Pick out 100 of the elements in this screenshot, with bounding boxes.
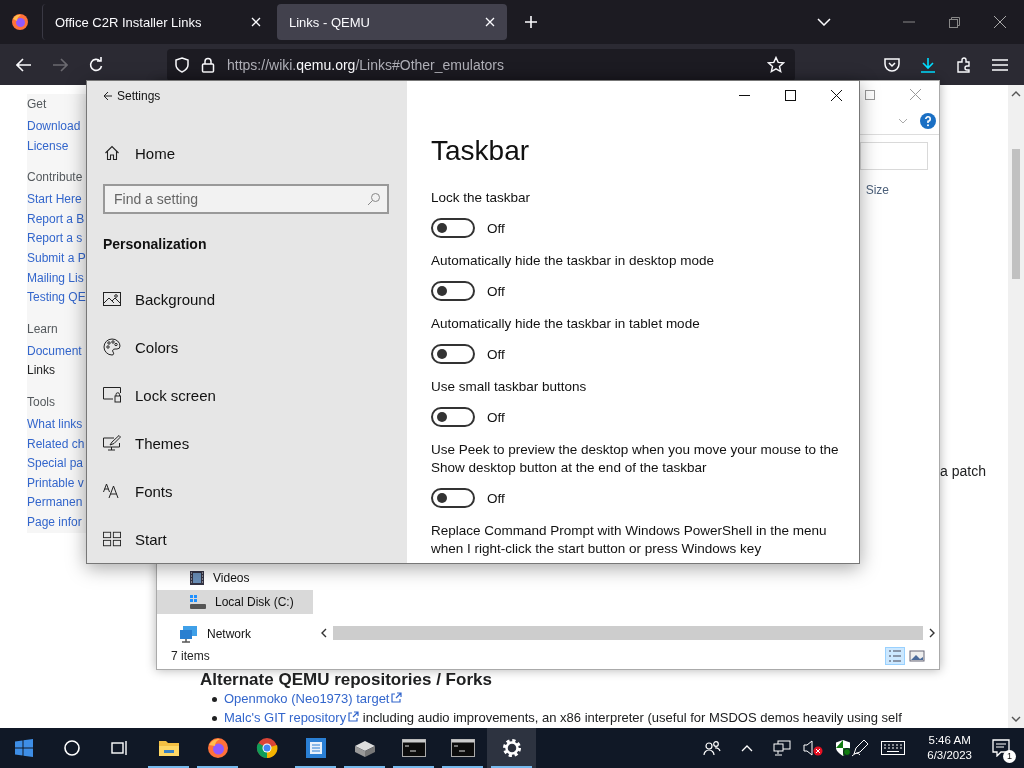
sidebar-link[interactable]: Special pa — [27, 454, 86, 474]
section-heading: Personalization — [103, 236, 208, 252]
restore-icon[interactable] — [949, 16, 960, 28]
scroll-right-icon[interactable] — [929, 627, 935, 638]
windows-logo-icon — [15, 739, 33, 757]
toggle-switch[interactable] — [431, 281, 475, 301]
scroll-thumb[interactable] — [333, 625, 923, 640]
nav-item[interactable]: Videos — [157, 566, 313, 590]
sidebar-link[interactable]: Report a B — [27, 209, 86, 230]
setting-label: Automatically hide the taskbar in tablet mode — [431, 315, 701, 333]
firefox-icon — [206, 737, 229, 759]
toggle-switch[interactable] — [431, 344, 475, 364]
nav-item[interactable]: Network — [157, 622, 313, 646]
external-link-icon — [348, 711, 360, 722]
scrollbar[interactable] — [1008, 85, 1024, 728]
notification-icon[interactable] — [992, 739, 1010, 757]
close-icon[interactable] — [831, 90, 842, 101]
clock[interactable]: 5:46 AM 6/3/2023 — [927, 733, 972, 763]
drive-icon — [352, 738, 377, 758]
toggle-state: Off — [487, 490, 505, 506]
puzzle-icon[interactable] — [956, 56, 972, 73]
toggle-state: Off — [487, 409, 505, 425]
start-icon — [103, 531, 121, 547]
keyboard-icon[interactable] — [881, 741, 906, 755]
maximize-icon[interactable] — [785, 90, 796, 101]
sidebar-link[interactable]: Links — [27, 361, 86, 381]
nav-item[interactable]: Lock screen — [103, 371, 407, 419]
taskbar-app[interactable] — [487, 728, 536, 768]
bullet-icon — [212, 696, 217, 702]
sidebar-link[interactable]: Printable v — [27, 473, 86, 494]
nav-item[interactable]: Fonts — [103, 467, 407, 515]
setting-label: Lock the taskbar — [431, 189, 532, 207]
toggle-switch[interactable] — [431, 407, 475, 427]
nav-item[interactable]: Start — [103, 515, 407, 563]
sidebar-link[interactable]: Testing QE — [27, 288, 86, 308]
column-header[interactable]: Size — [865, 183, 889, 197]
thumbnail-view-icon[interactable] — [909, 649, 925, 663]
url-text: https://wiki.qemu.org/Links#Other_emulators — [227, 56, 505, 73]
scroll-up-icon[interactable] — [1011, 91, 1021, 97]
download-icon[interactable] — [920, 56, 936, 73]
setting-label: Automatically hide the taskbar in desktop mode — [431, 252, 715, 270]
sidebar-link[interactable]: Related ch — [27, 434, 86, 455]
sidebar-link[interactable]: Permanen — [27, 493, 86, 513]
toggle-state: Off — [487, 283, 505, 299]
list-item-text: Malc's GIT repository including audio improvements, an x86 interpreter (useful for MSDOS demos heavily using self — [224, 710, 902, 726]
menu-icon[interactable] — [992, 58, 1008, 71]
firefox-icon — [11, 13, 29, 31]
sidebar-link[interactable]: License — [27, 136, 86, 157]
external-link[interactable]: Malc's GIT repository — [224, 710, 360, 725]
scroll-left-icon[interactable] — [321, 627, 327, 638]
shield-icon[interactable] — [175, 56, 189, 73]
pocket-icon[interactable] — [884, 57, 900, 72]
forward-arrow-icon[interactable] — [52, 57, 68, 72]
nav-item[interactable]: Home — [103, 129, 407, 177]
sidebar-link[interactable]: Start Here — [27, 190, 86, 210]
toggle-switch[interactable] — [431, 218, 475, 238]
sidebar-link[interactable]: Page infor — [27, 512, 86, 533]
star-icon[interactable] — [767, 55, 785, 74]
nav-item[interactable]: Background — [103, 275, 407, 323]
search-field[interactable]: Find a setting — [103, 184, 389, 214]
browser-tab[interactable]: Office C2R Installer Links — [42, 4, 273, 40]
chrome-icon — [255, 737, 278, 759]
sidebar-link[interactable]: Download — [27, 117, 86, 137]
sidebar-heading: Tools — [27, 394, 56, 409]
sidebar-link[interactable]: Mailing Lis — [27, 268, 86, 289]
nav-item[interactable]: Local Disk (C:) — [157, 590, 313, 614]
help-icon[interactable] — [920, 113, 936, 129]
scroll-down-icon[interactable] — [1011, 716, 1021, 722]
muted-speaker-icon[interactable] — [803, 740, 824, 756]
sidebar-link[interactable]: What links — [27, 414, 86, 435]
sidebar-link[interactable]: Report a s — [27, 229, 86, 249]
network-icon[interactable] — [773, 740, 792, 756]
picture-icon — [103, 291, 121, 307]
shield-icon[interactable] — [835, 739, 852, 757]
people-icon[interactable] — [703, 740, 722, 756]
folder-icon — [157, 738, 180, 758]
sidebar-heading: Contribute — [27, 170, 84, 185]
nav-item[interactable]: Themes — [103, 419, 407, 467]
plus-icon[interactable] — [524, 15, 538, 29]
sidebar-link[interactable]: Document — [27, 341, 86, 362]
task-view-icon — [111, 740, 129, 756]
lock-icon[interactable] — [201, 56, 215, 73]
address-bar[interactable]: https://wiki.qemu.org/Links#Other_emulators — [167, 48, 795, 81]
back-arrow-icon[interactable] — [103, 91, 113, 101]
sidebar-heading: Learn — [27, 321, 59, 336]
nav-item[interactable]: Colors — [103, 323, 407, 371]
window-title: Settings — [117, 89, 161, 103]
pen-icon[interactable] — [851, 739, 870, 757]
page-title: Taskbar — [431, 135, 531, 167]
themes-icon — [103, 435, 121, 451]
film-icon — [189, 570, 205, 586]
browser-tab[interactable]: Links - QEMU — [277, 4, 507, 40]
external-link[interactable]: Openmoko (Neo1973) target — [224, 691, 403, 707]
sidebar-link[interactable]: Submit a P — [27, 248, 86, 269]
reload-icon[interactable] — [88, 56, 104, 73]
chevron-up-icon[interactable] — [741, 744, 754, 752]
setting-label: Use Peek to preview the desktop when you move your mouse to the Show desktop button at the end of the taskbar — [431, 441, 840, 477]
close-icon[interactable] — [994, 16, 1006, 28]
scroll-thumb[interactable] — [1012, 149, 1020, 279]
toggle-switch[interactable] — [431, 488, 475, 508]
